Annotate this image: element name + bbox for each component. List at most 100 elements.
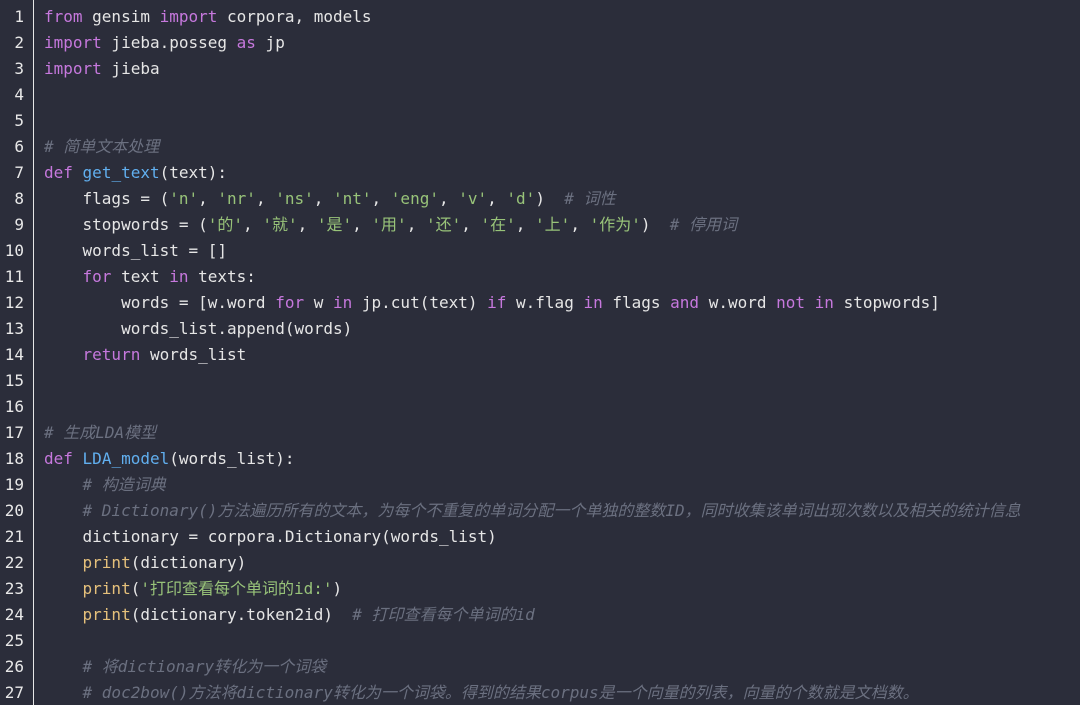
- line-number: 17: [4, 423, 24, 442]
- code-text-token: ,: [352, 215, 372, 234]
- keyword-token: import: [44, 59, 102, 78]
- code-text-token: stopwords]: [833, 293, 940, 312]
- code-text-token: ,: [198, 189, 218, 208]
- code-line[interactable]: words_list = []: [44, 238, 228, 264]
- code-text-token: ,: [438, 189, 459, 208]
- code-text-token: (: [130, 579, 141, 598]
- code-text-token: words_list = []: [44, 241, 228, 260]
- string-token: 'nt': [333, 189, 372, 208]
- builtin-token: print: [82, 579, 131, 598]
- code-line[interactable]: # 简单文本处理: [44, 134, 159, 160]
- code-text-token: (dictionary): [130, 553, 247, 572]
- code-line[interactable]: words_list.append(words): [44, 316, 352, 342]
- line-number: 6: [14, 137, 24, 156]
- line-number: 11: [4, 267, 24, 286]
- keyword-token: in: [333, 293, 353, 312]
- code-text-token: ,: [313, 189, 333, 208]
- function-name-token: get_text: [82, 163, 160, 182]
- code-line[interactable]: # Dictionary()方法遍历所有的文本，为每个不重复的单词分配一个单独的…: [44, 498, 1021, 524]
- code-line[interactable]: for text in texts:: [44, 264, 256, 290]
- code-text-token: jieba: [101, 59, 160, 78]
- code-line[interactable]: # doc2bow()方法将dictionary转化为一个词袋。得到的结果cor…: [44, 680, 919, 705]
- code-line[interactable]: print(dictionary.token2id) # 打印查看每个单词的id: [44, 602, 535, 628]
- code-line[interactable]: dictionary = corpora.Dictionary(words_li…: [44, 524, 497, 550]
- code-line[interactable]: # 将dictionary转化为一个词袋: [44, 654, 327, 680]
- code-text-token: texts:: [188, 267, 256, 286]
- code-text-token: w.flag: [506, 293, 584, 312]
- code-text-token: gensim: [82, 7, 160, 26]
- keyword-token: def: [44, 449, 73, 468]
- code-text-token: ,: [371, 189, 391, 208]
- comment-token: # 词性: [564, 189, 616, 208]
- keyword-token: for: [82, 267, 112, 286]
- code-text-token: flags: [602, 293, 671, 312]
- comment-token: # 停用词: [669, 215, 738, 234]
- string-token: '用': [371, 215, 407, 234]
- code-text-token: (text):: [159, 163, 228, 182]
- code-line[interactable]: import jieba.posseg as jp: [44, 30, 285, 56]
- comment-token: # Dictionary()方法遍历所有的文本，为每个不重复的单词分配一个单独的…: [82, 501, 1021, 520]
- code-text-token: ,: [515, 215, 536, 234]
- string-token: '上': [535, 215, 571, 234]
- line-number: 7: [14, 163, 24, 182]
- line-number: 12: [4, 293, 24, 312]
- line-number: 22: [4, 553, 24, 572]
- code-line[interactable]: import jieba: [44, 56, 160, 82]
- code-text-token: w.word: [699, 293, 777, 312]
- code-text-token: (words_list):: [169, 449, 295, 468]
- string-token: '作为': [589, 215, 641, 234]
- comment-token: # 简单文本处理: [44, 137, 160, 156]
- gutter-divider: [33, 0, 34, 705]
- code-text-token: ,: [243, 215, 263, 234]
- code-line[interactable]: print(dictionary): [44, 550, 247, 576]
- keyword-token: if: [487, 293, 507, 312]
- line-number: 8: [14, 189, 24, 208]
- line-number: 16: [4, 397, 24, 416]
- code-text-token: ,: [255, 189, 276, 208]
- string-token: 'd': [506, 189, 536, 208]
- code-line[interactable]: def LDA_model(words_list):: [44, 446, 294, 472]
- code-line[interactable]: stopwords = ('的', '就', '是', '用', '还', '在…: [44, 212, 738, 238]
- code-line[interactable]: print('打印查看每个单词的id:'): [44, 576, 343, 602]
- code-line[interactable]: words = [w.word for w in jp.cut(text) if…: [44, 290, 940, 316]
- code-text-token: ,: [461, 215, 481, 234]
- line-number: 3: [14, 59, 24, 78]
- keyword-token: in: [583, 293, 603, 312]
- code-text-token: ,: [406, 215, 426, 234]
- comment-token: # 生成LDA模型: [44, 423, 157, 442]
- line-number: 18: [4, 449, 24, 468]
- code-text-token: stopwords = (: [44, 215, 208, 234]
- code-line[interactable]: return words_list: [44, 342, 247, 368]
- line-number: 4: [14, 85, 24, 104]
- code-line[interactable]: from gensim import corpora, models: [44, 4, 372, 30]
- code-text-token: words = [w.word: [44, 293, 276, 312]
- keyword-token: from: [44, 7, 83, 26]
- string-token: 'nr': [217, 189, 256, 208]
- keyword-token: import: [44, 33, 102, 52]
- line-number: 1: [14, 7, 24, 26]
- code-line[interactable]: # 生成LDA模型: [44, 420, 156, 446]
- keyword-token: in: [169, 267, 189, 286]
- keyword-token: for: [275, 293, 305, 312]
- line-number: 9: [14, 215, 24, 234]
- keyword-token: import: [159, 7, 218, 26]
- code-editor[interactable]: 1 2 3 4 5 6 7 8 9 10 11 12 13 14 15 16 17 18 19 20 21 22 23 24 2…: [0, 0, 1080, 705]
- code-line[interactable]: # 构造词典: [44, 472, 166, 498]
- string-token: '打印查看每个单词的id:': [140, 579, 333, 598]
- string-token: 'v': [458, 189, 488, 208]
- string-token: '还': [425, 215, 462, 234]
- code-text-token: (dictionary.token2id): [130, 605, 353, 624]
- line-number: 15: [4, 371, 24, 390]
- code-line[interactable]: def get_text(text):: [44, 160, 227, 186]
- keyword-token: not: [776, 293, 806, 312]
- code-line[interactable]: flags = ('n', 'nr', 'ns', 'nt', 'eng', '…: [44, 186, 616, 212]
- line-number: 26: [4, 657, 24, 676]
- code-text-token: corpora, models: [217, 7, 372, 26]
- code-text-token: w: [304, 293, 333, 312]
- code-text-token: ): [535, 189, 565, 208]
